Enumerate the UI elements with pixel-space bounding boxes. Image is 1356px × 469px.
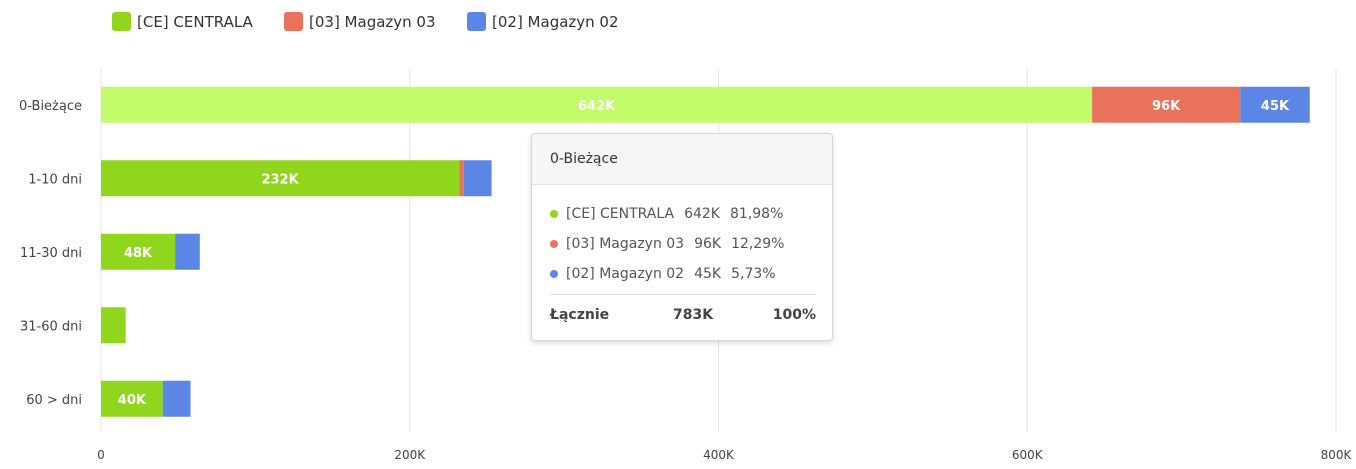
tooltip-total-row: Łącznie 783K 100% <box>550 307 816 327</box>
series-dot-icon <box>550 270 558 278</box>
tooltip-row-value: 642K <box>684 206 720 222</box>
tooltip-row-percent: 5,73% <box>731 266 776 282</box>
data-label-ce-centrala-0-bie-ce: 642K <box>578 99 616 114</box>
legend-label-ce-centrala: [CE] CENTRALA <box>137 13 254 31</box>
legend-swatch-02-magazyn-02 <box>467 12 486 31</box>
tooltip-row-percent: 12,29% <box>731 236 785 252</box>
legend-label-02-magazyn-02: [02] Magazyn 02 <box>492 13 619 31</box>
tooltip-row-magazyn-03: [03] Magazyn 03 96K 12,29% <box>550 234 816 254</box>
data-label-02-magazyn-02-0-bie-ce: 45K <box>1261 99 1290 114</box>
category-label-0-bie-ce: 0-Bieżące <box>19 99 82 114</box>
x-tick-label-2: 400K <box>703 448 735 462</box>
tooltip-divider <box>550 294 816 295</box>
bar-02-magazyn-02-11-30-dni <box>175 233 200 270</box>
x-tick-label-4: 800K <box>1321 448 1353 462</box>
category-label-11-30-dni: 11-30 dni <box>20 246 82 261</box>
x-tick-label-0: 0 <box>97 448 105 462</box>
chart-tooltip: 0-Bieżące [CE] CENTRALA 642K 81,98% [03]… <box>531 133 833 341</box>
legend-swatch-03-magazyn-03 <box>284 12 303 31</box>
tooltip-total-percent: 100% <box>772 307 816 323</box>
tooltip-total-value: 783K <box>673 307 714 323</box>
bar-03-magazyn-03-1-10-dni <box>459 160 464 197</box>
category-label-1-10-dni: 1-10 dni <box>28 172 82 187</box>
data-label-ce-centrala-60-dni: 40K <box>118 393 147 408</box>
data-label-03-magazyn-03-0-bie-ce: 96K <box>1152 99 1181 114</box>
tooltip-total-label: Łącznie <box>550 307 610 323</box>
data-label-ce-centrala-11-30-dni: 48K <box>124 246 153 261</box>
tooltip-row-name: [02] Magazyn 02 <box>566 266 685 282</box>
tooltip-title: 0-Bieżące <box>532 134 832 185</box>
category-label-31-60-dni: 31-60 dni <box>20 319 82 334</box>
series-dot-icon <box>550 210 558 218</box>
tooltip-row-centrala: [CE] CENTRALA 642K 81,98% <box>550 204 816 224</box>
tooltip-row-magazyn-02: [02] Magazyn 02 45K 5,73% <box>550 264 816 284</box>
legend-label-03-magazyn-03: [03] Magazyn 03 <box>309 13 436 31</box>
bar-02-magazyn-02-1-10-dni <box>463 160 492 197</box>
tooltip-row-name: [03] Magazyn 03 <box>566 236 685 252</box>
series-dot-icon <box>550 240 558 248</box>
legend-swatch-ce-centrala <box>112 12 131 31</box>
bar-02-magazyn-02-60-dni <box>162 380 191 417</box>
tooltip-row-value: 45K <box>694 266 722 282</box>
tooltip-row-name: [CE] CENTRALA <box>566 206 675 222</box>
tooltip-row-value: 96K <box>694 236 722 252</box>
category-label-60-dni: 60 > dni <box>26 393 82 408</box>
bar-ce-centrala-31-60-dni <box>101 307 126 344</box>
tooltip-row-percent: 81,98% <box>729 206 784 222</box>
data-label-ce-centrala-1-10-dni: 232K <box>261 172 299 187</box>
x-tick-label-3: 600K <box>1012 448 1044 462</box>
x-tick-label-1: 200K <box>394 448 426 462</box>
